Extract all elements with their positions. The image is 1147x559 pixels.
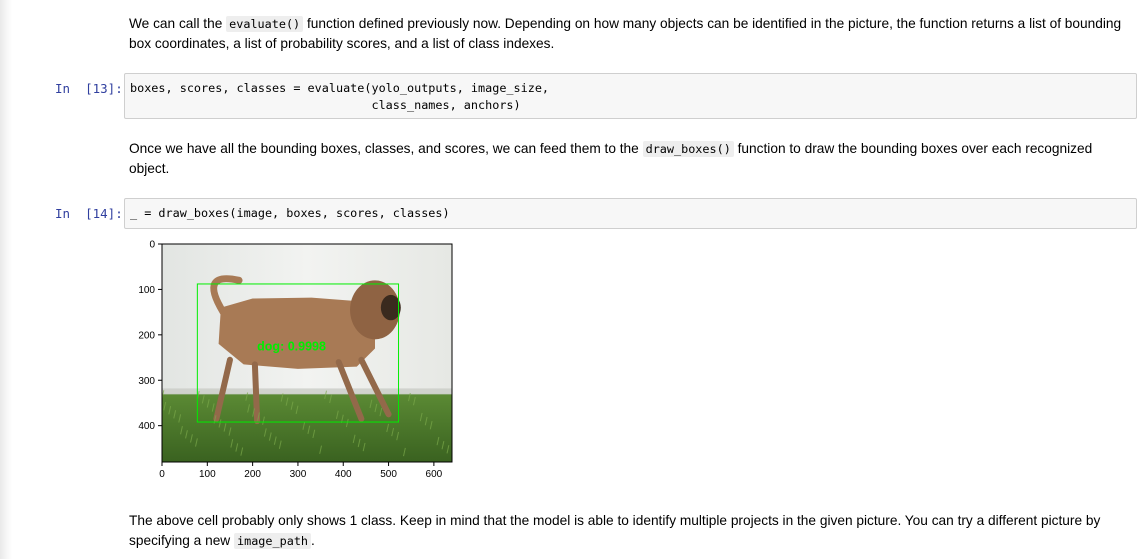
inline-code: image_path <box>234 533 312 549</box>
dog-leg <box>251 361 261 425</box>
y-tick-label: 0 <box>149 240 155 251</box>
wall-base <box>162 388 452 395</box>
y-tick-label: 300 <box>138 376 155 387</box>
notebook-left-gutter <box>0 0 12 559</box>
x-tick-label: 400 <box>335 469 352 480</box>
input-prompt-14: In [14]: <box>55 206 123 221</box>
output-image-plot: dog: 0.9998 0 100 200 300 400 500 600 0 100 200 30… <box>138 240 453 480</box>
x-tick-label: 0 <box>159 469 165 480</box>
markdown-cell-note: The above cell probably only shows 1 cla… <box>129 511 1129 551</box>
x-tick-label: 100 <box>199 469 216 480</box>
markdown-cell-draw-boxes: Once we have all the bounding boxes, cla… <box>129 139 1129 179</box>
md-text: Once we have all the bounding boxes, cla… <box>129 141 643 156</box>
detection-label: dog: 0.9998 <box>257 340 326 354</box>
y-tick-label: 200 <box>138 330 155 341</box>
md-text: We can call the <box>129 16 227 31</box>
x-tick-label: 200 <box>244 469 261 480</box>
dog-muzzle <box>380 294 401 321</box>
code-cell-13[interactable]: boxes, scores, classes = evaluate(yolo_o… <box>124 73 1137 119</box>
y-tick-label: 100 <box>138 285 155 296</box>
code-cell-14[interactable]: _ = draw_boxes(image, boxes, scores, cla… <box>124 198 1137 229</box>
grass <box>162 393 452 462</box>
x-tick-label: 500 <box>380 469 397 480</box>
x-tick-label: 600 <box>426 469 443 480</box>
code-line: boxes, scores, classes = evaluate(yolo_o… <box>130 81 550 95</box>
inline-code: draw_boxes() <box>642 141 734 157</box>
inline-code: evaluate() <box>226 16 304 32</box>
y-tick-label: 400 <box>138 421 155 432</box>
x-tick-label: 300 <box>290 469 307 480</box>
code-line: class_names, anchors) <box>130 98 521 112</box>
input-prompt-13: In [13]: <box>55 81 123 96</box>
code-line: _ = draw_boxes(image, boxes, scores, cla… <box>130 206 450 220</box>
md-text: . <box>311 533 315 548</box>
markdown-cell-evaluate: We can call the evaluate() function defi… <box>129 14 1129 54</box>
